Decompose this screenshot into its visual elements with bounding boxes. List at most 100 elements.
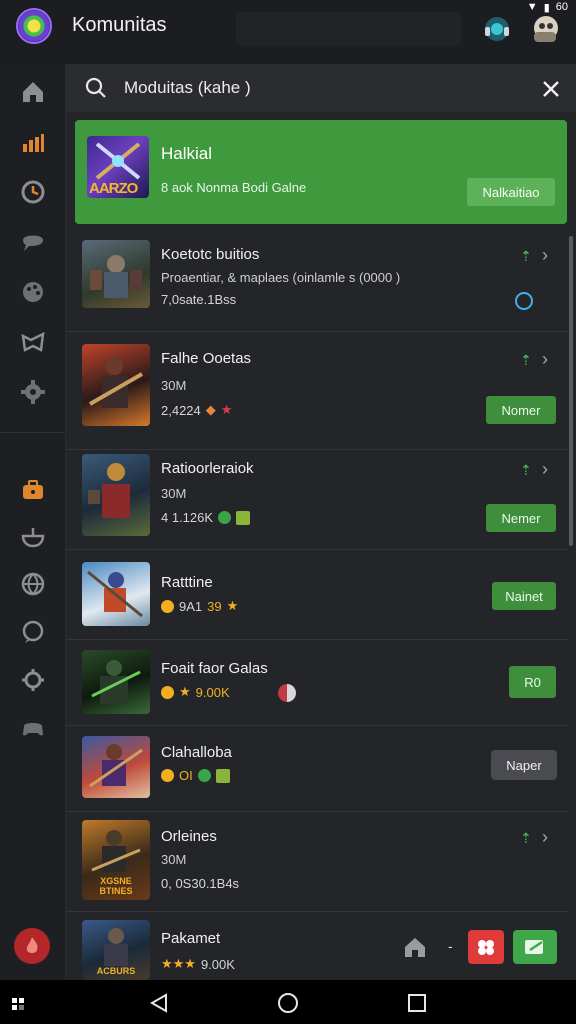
game-rating-count: 9.00K [195,684,230,700]
list-item[interactable]: Clahalloba OI Naper [66,726,568,812]
scrollbar[interactable] [569,236,573,546]
game-size: 30M [161,486,187,501]
install-button[interactable]: Nemer [486,504,556,532]
featured-card[interactable]: AARZO Halkial 8 aok Nonma Bodi Galne Nal… [75,120,567,224]
game-thumbnail: XGSNE BTINES [82,820,150,900]
featured-thumbnail: AARZO [87,136,149,198]
game-stats: ★ 9.00K [161,684,230,700]
install-button[interactable]: R0 [509,666,556,698]
trending-up-icon: ⇡ [520,248,532,264]
list-item[interactable]: Ratttine 9A1 39 ★ Nainet [66,550,568,640]
trophy-icon: ◆ [205,402,216,417]
trending-up-icon: ⇡ [520,830,532,846]
game-title: Koetotc buitios [161,246,260,263]
game-thumbnail [82,454,150,536]
verified-icon [515,292,533,310]
game-stats: 0, 0S30.1B4s [161,876,240,891]
featured-subtitle: 8 aok Nonma Bodi Galne [161,180,307,195]
game-size: 30M [161,378,187,393]
chevron-right-icon[interactable]: › [542,459,548,480]
smile-icon [161,599,174,613]
game-rating-count: 9.00K [200,956,235,972]
recents-icon[interactable] [406,992,428,1014]
smile-icon [161,685,174,699]
fire-icon[interactable] [14,928,50,964]
back-icon[interactable] [148,992,170,1014]
chart-icon[interactable] [13,122,53,162]
trending-up-icon: ⇡ [520,352,532,368]
star-badge-icon: ★ [220,402,233,417]
settings-icon[interactable] [13,660,53,700]
game-thumbnail: ACBURS [82,920,150,980]
briefcase-icon[interactable] [13,470,53,510]
featured-title: Halkial [161,144,213,163]
open-button[interactable]: Naper [491,750,557,780]
chevron-right-icon[interactable]: › [542,827,548,848]
toggle-icon[interactable] [278,684,296,702]
home-mini-icon[interactable] [402,934,428,960]
game-thumbnail-text: XGSNE BTINES [99,876,133,896]
list-item[interactable]: Ratioorleraiok 30M 4 1.126K ⇡ › Nemer [66,450,568,550]
gear-icon[interactable] [13,372,53,412]
close-icon[interactable] [540,78,562,100]
bowl-icon[interactable] [13,516,53,556]
separator-dash: - [448,938,453,954]
gamepad-action-icon[interactable] [468,930,504,964]
game-title: Pakamet [161,930,221,947]
featured-action-button[interactable]: Nalkaitiao [467,178,555,206]
game-rating-count: 4 1.126K [161,510,214,525]
chevron-right-icon[interactable]: › [542,349,548,370]
search-icon[interactable] [84,76,108,100]
game-title: Falhe Ooetas [161,350,252,367]
game-title: Ratttine [161,574,213,591]
list-item[interactable]: Koetotc buitios Proaentiar, & maplaes (o… [66,228,568,332]
badge-icon [215,768,230,783]
page-title: Komunitas [72,14,167,36]
list-item[interactable]: Falhe Ooetas 30M 2,4224 ◆ ★ ⇡ › Nomer [66,332,568,450]
game-title: Foait faor Galas [161,660,268,677]
profile-avatar-icon[interactable] [528,12,562,46]
game-title: Ratioorleraiok [161,460,254,477]
game-stats: 7,0sate.1Bss [161,292,237,307]
headset-avatar-icon[interactable] [480,12,514,46]
home-icon[interactable] [13,72,53,112]
game-label: OI [179,768,193,783]
chat-bubble-icon[interactable] [13,612,53,652]
list-item[interactable]: Foait faor Galas ★ 9.00K R0 [66,640,568,726]
header-placeholder [236,12,462,46]
app-logo[interactable] [16,8,52,44]
game-size: 30M [161,852,187,867]
sidebar [0,64,66,980]
game-stats: OI [161,768,230,783]
clock-icon[interactable] [13,172,53,212]
game-rating: 9A1 [179,598,203,614]
game-stats: 9A1 39 ★ [161,598,238,614]
sidebar-divider [0,432,66,433]
game-title: Orleines [161,828,217,845]
game-thumbnail [82,562,150,626]
controller-icon[interactable] [13,322,53,362]
search-input[interactable]: Moduitas (kahe ) [124,78,251,98]
list-item[interactable]: XGSNE BTINES Orleines 30M 0, 0S30.1B4s ⇡… [66,812,568,912]
install-button[interactable]: Nainet [492,582,556,610]
game-title: Clahalloba [161,744,232,761]
game-stats: 2,4224 ◆ ★ [161,402,232,418]
game-thumbnail [82,650,150,714]
badge-icon [236,510,251,525]
star-icon: ★ [179,684,191,699]
gamepad-icon[interactable] [13,708,53,748]
install-button[interactable]: Nomer [486,396,556,424]
game-rating-count: 2,4224 [161,402,201,418]
game-reviews: 39 [207,598,222,614]
featured-thumbnail-text: AARZO [89,180,138,197]
game-description: Proaentiar, & maplaes (oinlamle s (0000 … [161,270,401,285]
notification-icon [10,996,26,1012]
chat-icon[interactable] [13,222,53,262]
edit-action-icon[interactable] [513,930,557,964]
home-nav-icon[interactable] [277,992,299,1014]
palette-icon[interactable] [13,272,53,312]
globe-icon[interactable] [13,564,53,604]
chevron-right-icon[interactable]: › [542,245,548,266]
game-stats: 4 1.126K [161,510,251,525]
game-thumbnail [82,736,150,798]
